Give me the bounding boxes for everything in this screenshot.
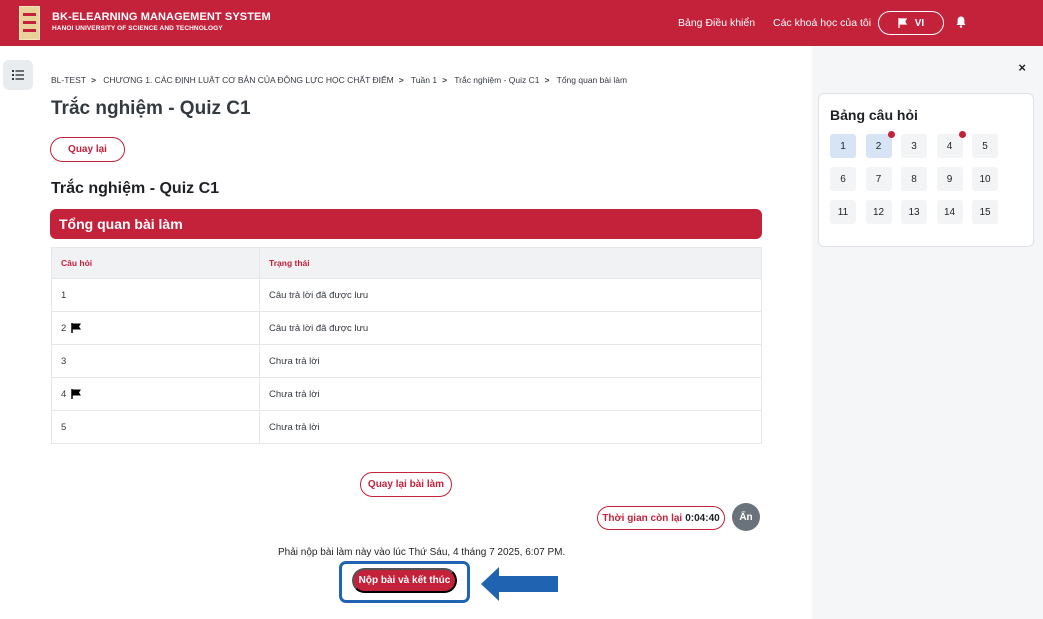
language-label: VI <box>914 17 925 29</box>
table-row: 4 Chưa trả lời <box>51 377 762 411</box>
question-link[interactable]: 1 <box>61 290 66 301</box>
flag-icon <box>71 388 82 399</box>
question-cell[interactable]: 3 <box>51 344 260 378</box>
breadcrumb-quiz[interactable]: Trắc nghiệm - Quiz C1 <box>454 75 539 85</box>
breadcrumb: BL-TEST > CHƯƠNG 1. CÁC ĐỊNH LUẬT CƠ BẢN … <box>51 75 628 85</box>
page-title: Trắc nghiệm - Quiz C1 <box>51 98 251 119</box>
close-drawer-button[interactable]: × <box>1018 60 1026 75</box>
question-number: 5 <box>982 140 988 152</box>
question-nav-button[interactable]: 11 <box>830 200 856 224</box>
question-nav-button[interactable]: 13 <box>901 200 927 224</box>
column-header-status: Trạng thái <box>259 247 762 279</box>
question-cell[interactable]: 5 <box>51 410 260 444</box>
flag-marker-icon <box>887 131 895 138</box>
question-number: 8 <box>911 173 917 185</box>
back-button[interactable]: Quay lại <box>50 137 125 162</box>
question-link[interactable]: 5 <box>61 422 66 433</box>
due-date-text: Phải nộp bài làm này vào lúc Thứ Sáu, 4 … <box>278 547 566 558</box>
language-button[interactable]: VI <box>878 11 944 35</box>
return-to-attempt-button[interactable]: Quay lại bài làm <box>360 472 452 497</box>
course-index-toggle[interactable] <box>3 60 33 90</box>
status-cell: Câu trả lời đã được lưu <box>259 311 762 345</box>
question-cell[interactable]: 4 <box>51 377 260 411</box>
section-title: Trắc nghiệm - Quiz C1 <box>51 180 220 197</box>
question-number: 15 <box>979 206 991 218</box>
question-number: 11 <box>837 206 849 218</box>
question-nav-button[interactable]: 10 <box>972 167 998 191</box>
question-number: 6 <box>840 173 846 185</box>
flag-icon <box>898 18 907 28</box>
question-nav-button[interactable]: 2 <box>865 131 895 158</box>
timer-label: Thời gian còn lại <box>602 512 683 524</box>
flag-icon <box>71 322 82 333</box>
question-number: 12 <box>872 206 885 218</box>
question-nav-button[interactable]: 14 <box>936 200 963 224</box>
question-cell[interactable]: 2 <box>51 311 260 345</box>
timer-value: 0:04:40 <box>685 512 720 524</box>
status-cell: Chưa trả lời <box>259 377 762 411</box>
question-link[interactable]: 4 <box>61 389 66 400</box>
question-nav-button[interactable]: 7 <box>865 167 892 191</box>
question-nav-button[interactable]: 12 <box>865 200 892 224</box>
question-number: 13 <box>908 206 920 218</box>
top-navbar: BK-ELEARNING MANAGEMENT SYSTEM HANOI UNI… <box>0 0 1043 46</box>
quiz-navigation-drawer: × Bảng câu hỏi 1 2 3 4 5 6 7 8 9 10 11 12 13 14 15 <box>812 46 1043 619</box>
nav-link-dashboard[interactable]: Bảng Điều khiển <box>678 17 755 29</box>
bell-icon[interactable] <box>956 16 966 28</box>
list-icon <box>12 70 24 80</box>
table-row: 3 Chưa trả lời <box>51 344 762 378</box>
question-number: 9 <box>946 173 953 185</box>
question-nav-button[interactable]: 5 <box>972 134 998 158</box>
hide-timer-button[interactable]: Ẩn <box>732 503 760 531</box>
breadcrumb-chapter[interactable]: CHƯƠNG 1. CÁC ĐỊNH LUẬT CƠ BẢN CỦA ĐỘNG … <box>103 75 393 85</box>
question-nav-button[interactable]: 4 <box>936 131 966 158</box>
question-nav-button[interactable]: 1 <box>830 134 856 158</box>
question-number: 14 <box>943 206 956 218</box>
summary-table: Câu hỏi Trạng thái 1 Câu trả lời đã được… <box>51 247 762 444</box>
question-nav-button[interactable]: 3 <box>901 134 927 158</box>
site-brand[interactable]: BK-ELEARNING MANAGEMENT SYSTEM HANOI UNI… <box>52 11 271 32</box>
status-cell: Chưa trả lời <box>259 344 762 378</box>
question-nav-button[interactable]: 6 <box>830 167 856 191</box>
question-nav-button[interactable]: 15 <box>972 200 998 224</box>
question-number: 1 <box>840 140 846 152</box>
question-number: 4 <box>946 140 953 152</box>
question-link[interactable]: 2 <box>61 323 66 334</box>
question-number: 3 <box>911 140 917 152</box>
table-row: 1 Câu trả lời đã được lưu <box>51 278 762 312</box>
question-button-grid: 1 2 3 4 5 6 7 8 9 10 11 12 13 14 15 <box>830 131 998 224</box>
breadcrumb-course[interactable]: BL-TEST <box>51 75 86 85</box>
question-cell[interactable]: 1 <box>51 278 260 312</box>
flag-marker-icon <box>958 131 966 138</box>
nav-link-my-courses[interactable]: Các khoá học của tôi <box>773 17 871 29</box>
column-header-question: Câu hỏi <box>51 247 260 279</box>
status-cell: Câu trả lời đã được lưu <box>259 278 762 312</box>
quiz-navigation-block: Bảng câu hỏi 1 2 3 4 5 6 7 8 9 10 11 12 13 14 15 <box>818 93 1034 247</box>
quiz-navigation-title: Bảng câu hỏi <box>830 107 918 123</box>
question-number: 10 <box>979 173 991 185</box>
arrow-left-icon <box>481 567 558 601</box>
submit-all-button[interactable]: Nộp bài và kết thúc <box>352 568 457 593</box>
table-row: 2 Câu trả lời đã được lưu <box>51 311 762 345</box>
question-number: 2 <box>875 140 882 152</box>
table-row: 5 Chưa trả lời <box>51 410 762 444</box>
question-number: 7 <box>875 173 882 185</box>
question-nav-button[interactable]: 9 <box>936 167 963 191</box>
brand-subtitle: HANOI UNIVERSITY OF SCIENCE AND TECHNOLO… <box>52 25 223 32</box>
summary-header: Tổng quan bài làm <box>50 209 762 239</box>
breadcrumb-week[interactable]: Tuần 1 <box>411 75 437 85</box>
question-link[interactable]: 3 <box>61 356 66 367</box>
brand-title: BK-ELEARNING MANAGEMENT SYSTEM <box>52 11 271 23</box>
status-cell: Chưa trả lời <box>259 410 762 444</box>
university-logo[interactable] <box>19 6 40 40</box>
timer-button[interactable]: Thời gian còn lại 0:04:40 <box>597 506 725 530</box>
breadcrumb-current: Tổng quan bài làm <box>556 75 628 85</box>
question-nav-button[interactable]: 8 <box>901 167 927 191</box>
